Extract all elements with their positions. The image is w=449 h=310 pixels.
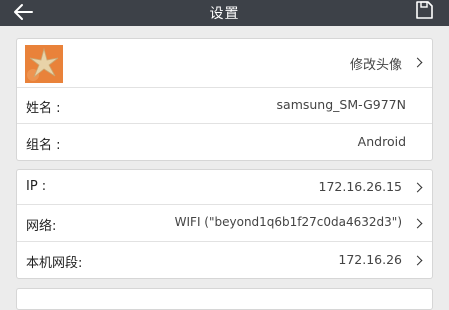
segment-label: 本机网段: bbox=[26, 256, 83, 271]
save-icon[interactable] bbox=[414, 0, 434, 20]
name-value: samsung_SM-G977N bbox=[276, 97, 406, 112]
name-label: 姓名 : bbox=[26, 101, 61, 116]
chevron-right-icon bbox=[412, 57, 423, 68]
chevron-right-icon bbox=[412, 218, 423, 229]
group-value: Android bbox=[357, 134, 406, 149]
change-avatar-label: 修改头像 bbox=[349, 58, 402, 73]
network-label: 网络: bbox=[26, 219, 57, 234]
change-avatar-row[interactable]: 修改头像 bbox=[17, 39, 432, 88]
next-card bbox=[16, 288, 433, 310]
starfish-icon bbox=[25, 45, 63, 83]
ip-row[interactable]: IP : 172.16.26.15 bbox=[17, 170, 432, 205]
chevron-right-icon bbox=[412, 255, 423, 266]
starfish-avatar bbox=[25, 45, 63, 83]
network-card: IP : 172.16.26.15 网络: WIFI ("beyond1q6b1… bbox=[16, 169, 433, 279]
network-row[interactable]: 网络: WIFI ("beyond1q6b1f27c0da4632d3") bbox=[17, 205, 432, 242]
chevron-right-icon bbox=[412, 182, 423, 193]
name-row: 姓名 : samsung_SM-G977N bbox=[17, 88, 432, 124]
group-row: 组名 : Android bbox=[17, 124, 432, 160]
segment-value: 172.16.26 bbox=[338, 252, 402, 267]
ip-value: 172.16.26.15 bbox=[318, 179, 403, 194]
group-label: 组名 : bbox=[26, 138, 61, 153]
segment-row[interactable]: 本机网段: 172.16.26 bbox=[17, 242, 432, 278]
profile-card: 修改头像 姓名 : samsung_SM-G977N 组名 : Android bbox=[16, 38, 433, 161]
top-bar: 设置 bbox=[0, 0, 449, 26]
page-title: 设置 bbox=[209, 6, 240, 22]
network-value: WIFI ("beyond1q6b1f27c0da4632d3") bbox=[174, 215, 402, 229]
ip-label: IP : bbox=[26, 179, 47, 194]
